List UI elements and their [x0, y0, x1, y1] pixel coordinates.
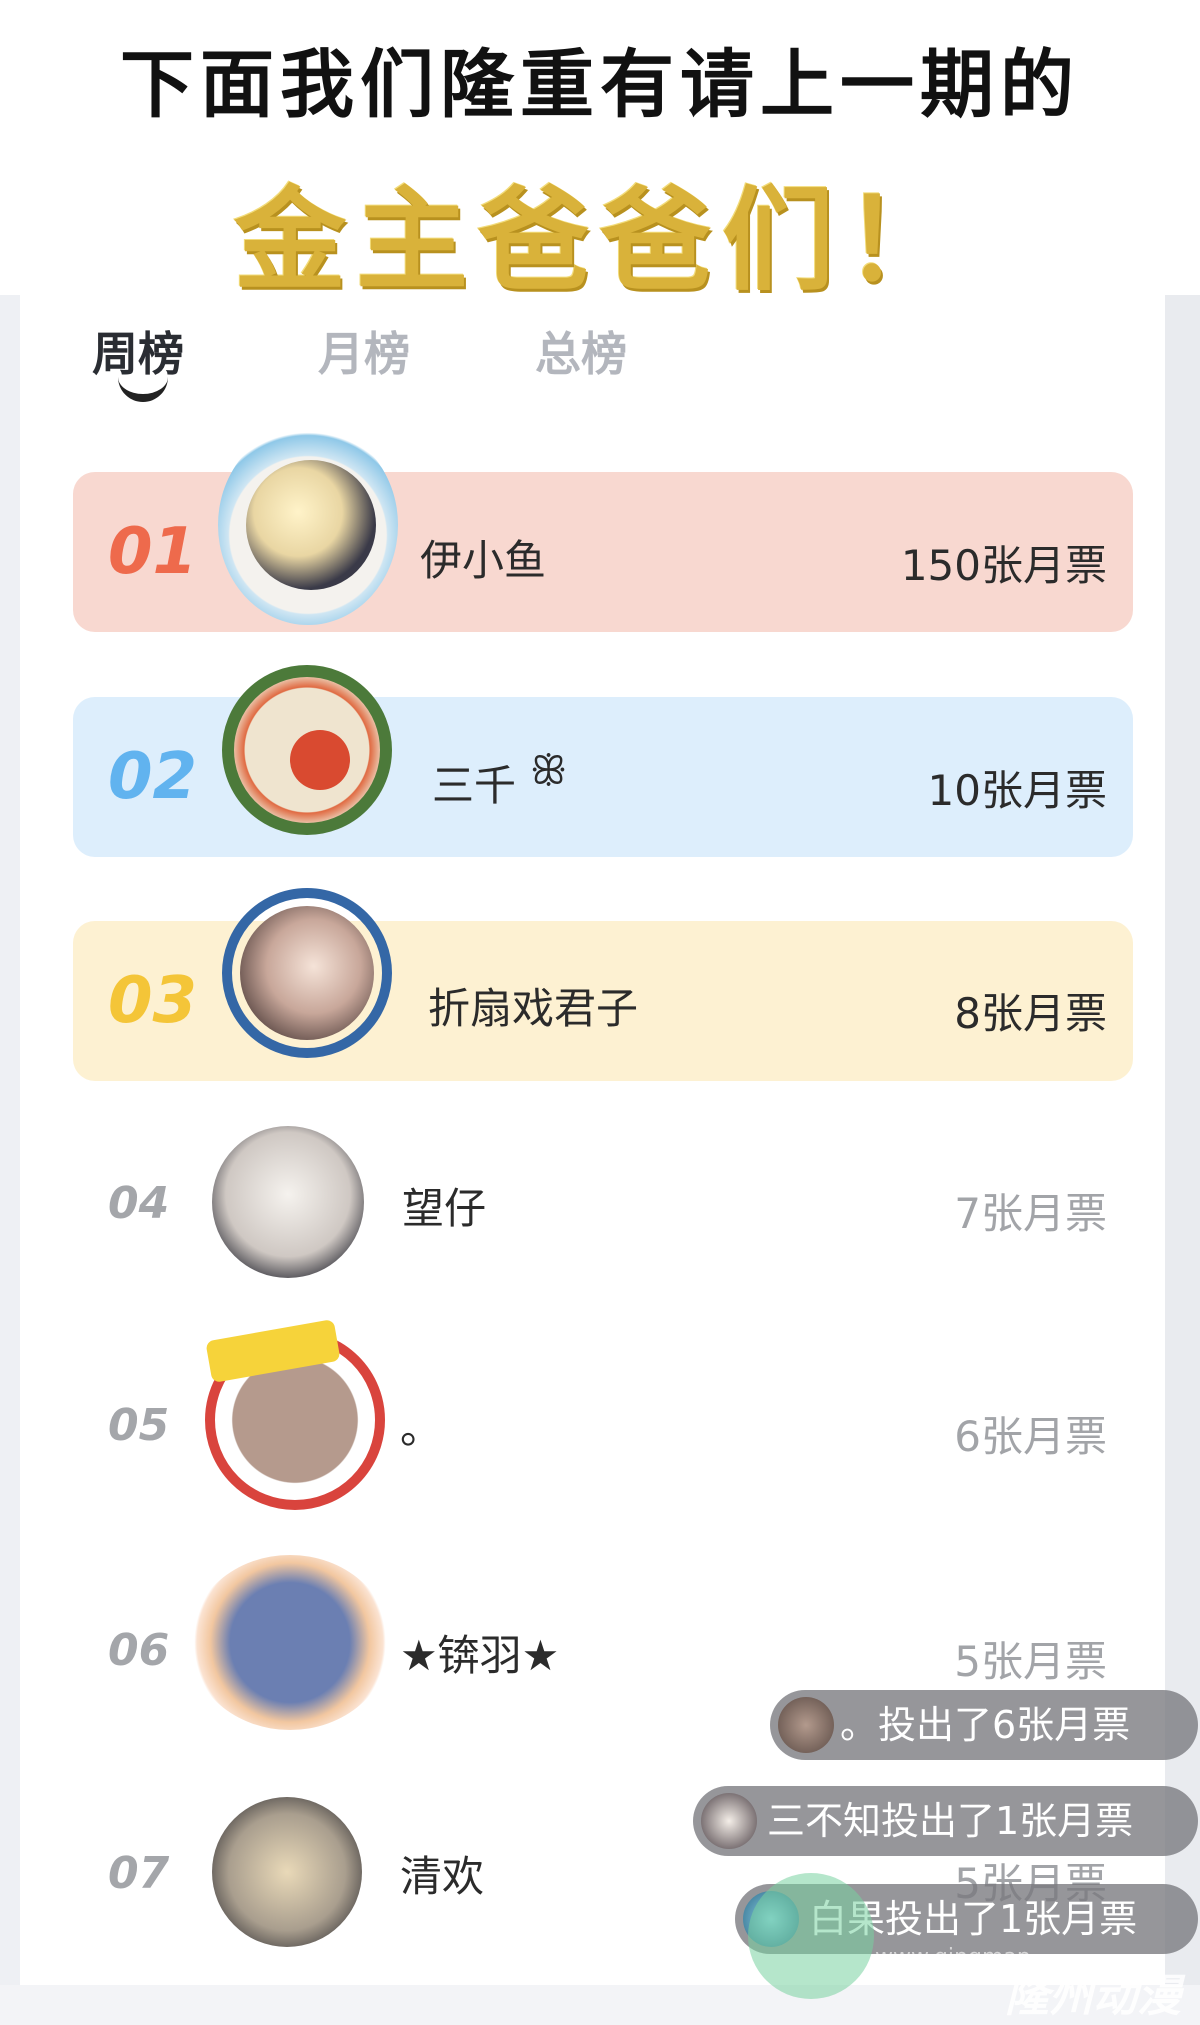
user-name: ★锛羽★ — [400, 1631, 560, 1680]
avatar[interactable] — [240, 906, 374, 1040]
user-name: 望仔 — [402, 1184, 487, 1233]
rank-number: 01 — [108, 515, 198, 589]
vote-count: 150张月票 — [900, 541, 1107, 590]
avatar — [778, 1697, 834, 1753]
avatar[interactable] — [212, 1126, 364, 1278]
user-name: 三千 — [432, 761, 517, 810]
left-margin — [0, 295, 20, 1985]
rank-number: 02 — [108, 740, 198, 814]
banner-subline: 金主爸爸们！ — [234, 176, 966, 306]
avatar[interactable] — [246, 460, 376, 590]
deer-icon: ꕥ — [530, 748, 568, 794]
user-name: 清欢 — [400, 1852, 485, 1901]
strawberry-icon — [290, 730, 350, 790]
user-name: 伊小鱼 — [420, 536, 547, 585]
rank-number: 03 — [108, 964, 198, 1038]
banner-headline: 下面我们隆重有请上一期的 — [120, 42, 1080, 128]
vote-toast: 。投出了6张月票 — [770, 1690, 1198, 1760]
vote-count: 6张月票 — [954, 1412, 1107, 1461]
vote-count: 10张月票 — [927, 766, 1107, 815]
rank-number: 04 — [108, 1178, 170, 1229]
vote-count: 5张月票 — [954, 1637, 1107, 1686]
avatar — [701, 1793, 757, 1849]
watermark-logo: 隆州动漫 — [1005, 1971, 1181, 2022]
tab-monthly[interactable]: 月榜 — [318, 318, 410, 384]
rank-number: 06 — [108, 1625, 170, 1676]
user-name: 折扇戏君子 — [428, 984, 639, 1033]
vote-count: 8张月票 — [954, 989, 1107, 1038]
avatar-frame — [190, 1555, 390, 1730]
user-name: 。 — [400, 1404, 443, 1453]
cat-watermark-icon — [748, 1873, 874, 1999]
rank-number: 05 — [108, 1400, 170, 1451]
vote-toast: 三不知投出了1张月票 — [693, 1786, 1198, 1856]
avatar[interactable] — [212, 1797, 362, 1947]
tab-total[interactable]: 总榜 — [535, 318, 627, 384]
rank-number: 07 — [108, 1848, 170, 1899]
vote-count: 7张月票 — [954, 1189, 1107, 1238]
